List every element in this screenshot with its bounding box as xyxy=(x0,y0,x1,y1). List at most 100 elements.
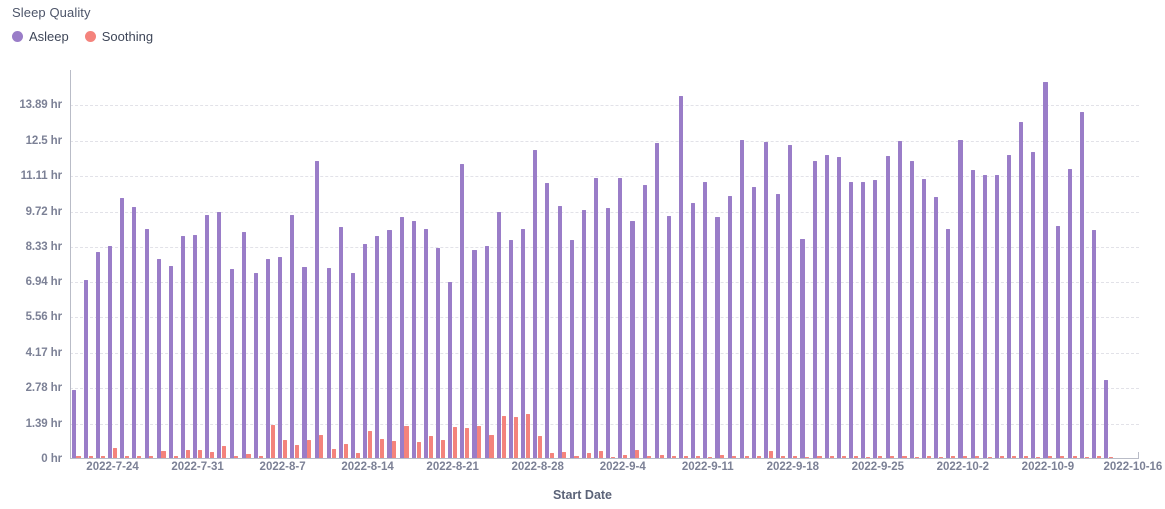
bar-soothing[interactable] xyxy=(489,434,494,459)
bar-asleep[interactable] xyxy=(642,185,647,459)
bar-soothing[interactable] xyxy=(428,436,433,459)
bar-asleep[interactable] xyxy=(423,228,428,459)
bar-asleep[interactable] xyxy=(472,250,477,459)
bar-asleep[interactable] xyxy=(958,139,963,459)
bar-asleep[interactable] xyxy=(654,143,659,459)
bar-asleep[interactable] xyxy=(521,228,526,459)
bar-asleep[interactable] xyxy=(508,240,514,459)
bar-asleep[interactable] xyxy=(314,161,319,459)
bar-asleep[interactable] xyxy=(970,170,975,459)
bar-asleep[interactable] xyxy=(1092,229,1097,459)
bar-asleep[interactable] xyxy=(229,269,234,459)
bar-asleep[interactable] xyxy=(120,198,125,459)
bar-asleep[interactable] xyxy=(994,175,999,459)
bar-asleep[interactable] xyxy=(557,205,562,459)
bar-asleep[interactable] xyxy=(849,181,854,459)
bar-asleep[interactable] xyxy=(569,240,574,459)
bar-asleep[interactable] xyxy=(618,177,623,459)
bar-soothing[interactable] xyxy=(319,434,324,459)
bar-asleep[interactable] xyxy=(934,196,939,459)
bar-soothing[interactable] xyxy=(367,431,373,459)
bar-asleep[interactable] xyxy=(338,227,343,459)
bar-asleep[interactable] xyxy=(193,234,198,459)
bar-asleep[interactable] xyxy=(351,273,356,459)
bar-asleep[interactable] xyxy=(156,259,161,459)
bar-asleep[interactable] xyxy=(873,180,878,459)
bar-asleep[interactable] xyxy=(715,217,720,459)
bar-asleep[interactable] xyxy=(83,279,88,459)
bar-soothing[interactable] xyxy=(525,414,530,459)
bar-asleep[interactable] xyxy=(545,182,550,459)
bar-soothing[interactable] xyxy=(440,439,445,459)
bar-asleep[interactable] xyxy=(606,208,611,459)
bar-asleep[interactable] xyxy=(679,96,684,459)
legend-item-soothing[interactable]: Soothing xyxy=(84,29,153,44)
bar-soothing[interactable] xyxy=(465,428,470,459)
bar-soothing[interactable] xyxy=(513,417,518,459)
bar-asleep[interactable] xyxy=(1031,152,1036,459)
bar-asleep[interactable] xyxy=(703,181,708,459)
bar-asleep[interactable] xyxy=(302,266,307,459)
bar-asleep[interactable] xyxy=(363,243,368,459)
bar-asleep[interactable] xyxy=(180,236,186,459)
bar-asleep[interactable] xyxy=(290,214,295,459)
bar-asleep[interactable] xyxy=(885,156,890,459)
bar-asleep[interactable] xyxy=(800,238,805,459)
bar-asleep[interactable] xyxy=(764,142,769,459)
bar-asleep[interactable] xyxy=(946,228,951,459)
bar-asleep[interactable] xyxy=(1079,111,1084,459)
bar-asleep[interactable] xyxy=(1006,154,1012,459)
bar-asleep[interactable] xyxy=(71,390,76,459)
bar-asleep[interactable] xyxy=(836,157,842,459)
bar-soothing[interactable] xyxy=(404,425,409,459)
bar-asleep[interactable] xyxy=(630,220,635,459)
bar-asleep[interactable] xyxy=(824,154,829,459)
bar-asleep[interactable] xyxy=(436,247,441,459)
bar-asleep[interactable] xyxy=(265,259,271,459)
bar-asleep[interactable] xyxy=(739,139,744,459)
bar-asleep[interactable] xyxy=(168,265,173,459)
bar-asleep[interactable] xyxy=(921,178,927,459)
bar-asleep[interactable] xyxy=(1104,380,1109,459)
bar-asleep[interactable] xyxy=(1019,121,1024,459)
bar-asleep[interactable] xyxy=(533,149,538,459)
bar-asleep[interactable] xyxy=(448,282,453,459)
bar-soothing[interactable] xyxy=(380,438,385,459)
bar-asleep[interactable] xyxy=(909,161,914,459)
bar-asleep[interactable] xyxy=(1043,82,1048,459)
bar-asleep[interactable] xyxy=(666,215,671,459)
bar-asleep[interactable] xyxy=(727,195,732,459)
bar-asleep[interactable] xyxy=(144,228,149,459)
bar-asleep[interactable] xyxy=(95,251,100,459)
bar-asleep[interactable] xyxy=(776,194,781,459)
bar-asleep[interactable] xyxy=(751,186,756,459)
bar-asleep[interactable] xyxy=(460,163,465,459)
bar-asleep[interactable] xyxy=(861,181,866,459)
bar-asleep[interactable] xyxy=(108,246,113,459)
bar-asleep[interactable] xyxy=(217,212,222,459)
bar-asleep[interactable] xyxy=(411,220,416,459)
bar-asleep[interactable] xyxy=(581,209,586,459)
bar-soothing[interactable] xyxy=(392,441,397,459)
bar-asleep[interactable] xyxy=(496,212,501,459)
bar-soothing[interactable] xyxy=(307,439,312,459)
bar-asleep[interactable] xyxy=(1067,168,1072,459)
bar-soothing[interactable] xyxy=(416,442,421,459)
bar-soothing[interactable] xyxy=(270,424,275,459)
bar-asleep[interactable] xyxy=(253,273,258,459)
bar-asleep[interactable] xyxy=(1055,226,1060,459)
bar-asleep[interactable] xyxy=(326,268,331,459)
bar-soothing[interactable] xyxy=(477,425,482,459)
bar-asleep[interactable] xyxy=(399,217,404,459)
bar-soothing[interactable] xyxy=(282,439,288,459)
bar-asleep[interactable] xyxy=(484,246,489,459)
bar-soothing[interactable] xyxy=(501,415,506,459)
bar-soothing[interactable] xyxy=(453,427,458,459)
bar-asleep[interactable] xyxy=(205,214,210,459)
bar-asleep[interactable] xyxy=(982,175,987,459)
legend-item-asleep[interactable]: Asleep xyxy=(12,29,69,44)
bar-asleep[interactable] xyxy=(812,161,817,459)
bar-asleep[interactable] xyxy=(241,232,246,459)
bar-soothing[interactable] xyxy=(538,436,543,459)
bar-asleep[interactable] xyxy=(593,177,599,459)
